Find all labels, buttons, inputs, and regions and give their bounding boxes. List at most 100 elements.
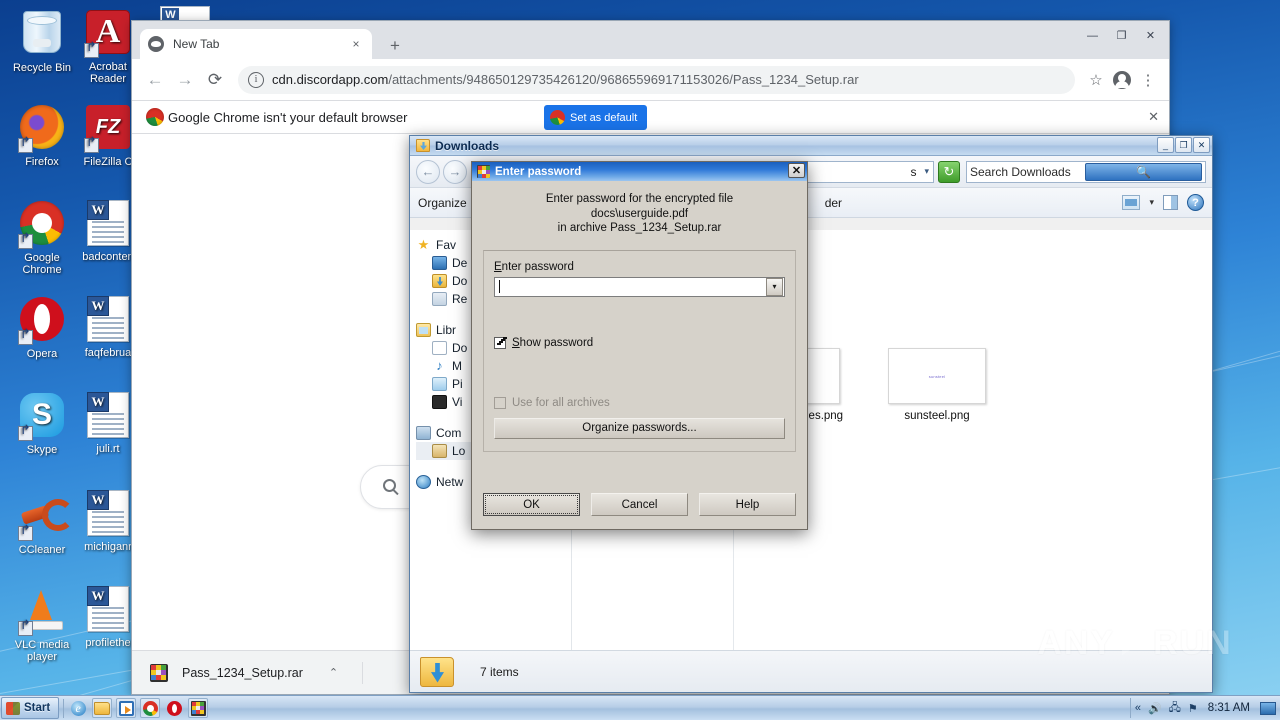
chevron-up-icon[interactable]: ⌃	[329, 666, 338, 679]
new-tab-button[interactable]: +	[384, 35, 406, 57]
desktop-icon-label: CCleaner	[18, 544, 66, 556]
chrome-toolbar[interactable]: ← → ⟳ i cdn.discordapp.com/attachments/9…	[132, 59, 1169, 101]
start-button[interactable]: Start	[1, 697, 60, 719]
sidebar-item-label: Do	[452, 274, 468, 288]
new-folder-button[interactable]: der	[825, 196, 842, 210]
download-item[interactable]: Pass_1234_Setup.rar ⌃	[144, 658, 344, 688]
layout-pane-icon[interactable]	[1163, 195, 1178, 210]
sidebar-item-label: Fav	[436, 238, 457, 252]
back-button[interactable]: ←	[416, 159, 440, 184]
google-chrome-icon	[550, 110, 565, 125]
winrar-archive-icon	[150, 663, 168, 682]
maximize-button[interactable]: ❐	[1107, 21, 1136, 50]
dialog-button-row[interactable]: OK Cancel Help	[483, 493, 796, 516]
chevron-down-icon[interactable]: ▾	[1149, 197, 1154, 208]
close-button[interactable]: ✕	[1193, 137, 1210, 153]
password-history-dropdown-icon[interactable]: ▾	[766, 277, 783, 296]
desktop-icon[interactable]: Recycle Bin	[4, 8, 80, 74]
shortcut-arrow-icon	[18, 526, 33, 541]
explorer-title-bar[interactable]: Downloads _ ❐ ✕	[410, 136, 1212, 156]
network-icon[interactable]: 🖧	[1169, 699, 1181, 718]
reload-button[interactable]: ⟳	[200, 65, 230, 95]
chrome-menu-icon[interactable]: ⋮	[1135, 67, 1161, 93]
close-button[interactable]: ✕	[1136, 21, 1165, 50]
show-password-checkbox[interactable]	[494, 336, 506, 349]
message-line-1: Enter password for the encrypted file	[545, 193, 734, 205]
refresh-icon[interactable]: ↻	[938, 160, 960, 183]
search-icon[interactable]: 🔍	[1085, 162, 1202, 181]
password-input[interactable]: ▾	[494, 276, 785, 297]
maximize-button[interactable]: ❐	[1175, 137, 1192, 153]
taskbar-button[interactable]	[188, 698, 209, 718]
chevron-down-icon[interactable]: ▾	[924, 166, 929, 177]
bookmark-star-icon[interactable]: ☆	[1083, 67, 1109, 93]
dialog-title-bar[interactable]: Enter password ✕	[472, 162, 807, 181]
minimize-button[interactable]: —	[1078, 21, 1107, 50]
cancel-button[interactable]: Cancel	[591, 493, 688, 516]
word-document-icon	[87, 200, 129, 246]
desktop-icon[interactable]: Google Chrome	[4, 199, 80, 276]
shortcut-arrow-icon	[18, 138, 33, 153]
file-item[interactable]: sunsteel sunsteel.png	[864, 348, 1010, 422]
quick-launch-bar[interactable]	[68, 698, 209, 718]
accel-char: E	[494, 260, 502, 273]
taskbar-button[interactable]	[116, 698, 137, 718]
shortcut-arrow-icon	[84, 138, 99, 153]
action-center-flag-icon[interactable]: ⚑	[1188, 702, 1198, 715]
taskbar-button[interactable]	[68, 698, 88, 718]
profile-avatar[interactable]	[1109, 67, 1135, 93]
shortcut-arrow-icon	[84, 43, 99, 58]
windows-media-player-icon	[118, 700, 134, 716]
use-for-all-archives-label: Use for all archives	[512, 396, 610, 409]
search-input[interactable]: Search Downloads 🔍	[966, 160, 1206, 183]
organize-passwords-button[interactable]: Organize passwords...	[494, 417, 785, 439]
chrome-window-controls[interactable]: — ❐ ✕	[1078, 21, 1165, 50]
forward-button[interactable]: →	[170, 65, 200, 95]
sidebar-item-label: Com	[436, 426, 462, 440]
close-icon[interactable]: ×	[348, 36, 364, 52]
chrome-tabstrip[interactable]: — ❐ ✕ New Tab × +	[132, 21, 1169, 59]
show-password-label: Show password	[512, 337, 593, 349]
desktop-icon[interactable]: Firefox	[4, 103, 80, 168]
browser-tab[interactable]: New Tab ×	[140, 29, 372, 59]
show-desktop-icon[interactable]	[1260, 701, 1276, 715]
taskbar[interactable]: Start « 🔊 🖧 ⚑ 8:31 AM	[0, 695, 1280, 720]
new-tab-globe-icon	[148, 36, 164, 52]
preview-pane-icon[interactable]	[1122, 195, 1141, 210]
clock[interactable]: 8:31 AM	[1208, 702, 1250, 714]
message-line-3: in archive Pass_1234_Setup.rar	[557, 222, 722, 234]
system-tray[interactable]: « 🔊 🖧 ⚑ 8:31 AM	[1129, 698, 1280, 718]
desktop-icon[interactable]: VLC media player	[4, 585, 80, 663]
music-icon	[432, 359, 447, 373]
password-group-box: Enter password ▾ Show password Use for a…	[483, 249, 796, 452]
organize-button[interactable]: Organize	[418, 196, 467, 210]
page-info-icon[interactable]: i	[248, 71, 264, 88]
close-button[interactable]: ✕	[788, 163, 805, 178]
show-password-row[interactable]: Show password	[494, 336, 785, 349]
explorer-status-bar: 7 items	[410, 650, 1212, 692]
tray-overflow-icon[interactable]: «	[1135, 702, 1141, 714]
desktop-icon[interactable]: Opera	[4, 295, 80, 360]
address-bar[interactable]: i cdn.discordapp.com/attachments/9486501…	[238, 65, 1075, 94]
enter-password-dialog[interactable]: Enter password ✕ Enter password for the …	[471, 161, 808, 530]
shortcut-arrow-icon	[18, 234, 33, 249]
libraries-icon	[416, 323, 431, 337]
help-button[interactable]: Help	[699, 493, 796, 516]
icon-graphic	[18, 588, 66, 636]
icon-graphic	[18, 11, 66, 59]
help-icon[interactable]: ?	[1187, 194, 1204, 211]
taskbar-button[interactable]	[92, 698, 113, 718]
volume-icon[interactable]: 🔊	[1148, 702, 1162, 715]
taskbar-button[interactable]	[164, 698, 184, 718]
document-lines	[92, 511, 124, 536]
explorer-window-controls[interactable]: _ ❐ ✕	[1157, 137, 1210, 153]
explorer-view-controls[interactable]: ▾ ?	[1122, 194, 1204, 211]
forward-button[interactable]: →	[443, 159, 467, 184]
desktop-icon[interactable]: Skype	[4, 391, 80, 456]
minimize-button[interactable]: _	[1157, 137, 1174, 153]
taskbar-button[interactable]	[140, 698, 161, 718]
desktop-icon[interactable]: CCleaner	[4, 489, 80, 556]
close-icon[interactable]: ✕	[1148, 109, 1159, 125]
back-button[interactable]: ←	[140, 65, 170, 95]
ok-button[interactable]: OK	[483, 493, 580, 516]
